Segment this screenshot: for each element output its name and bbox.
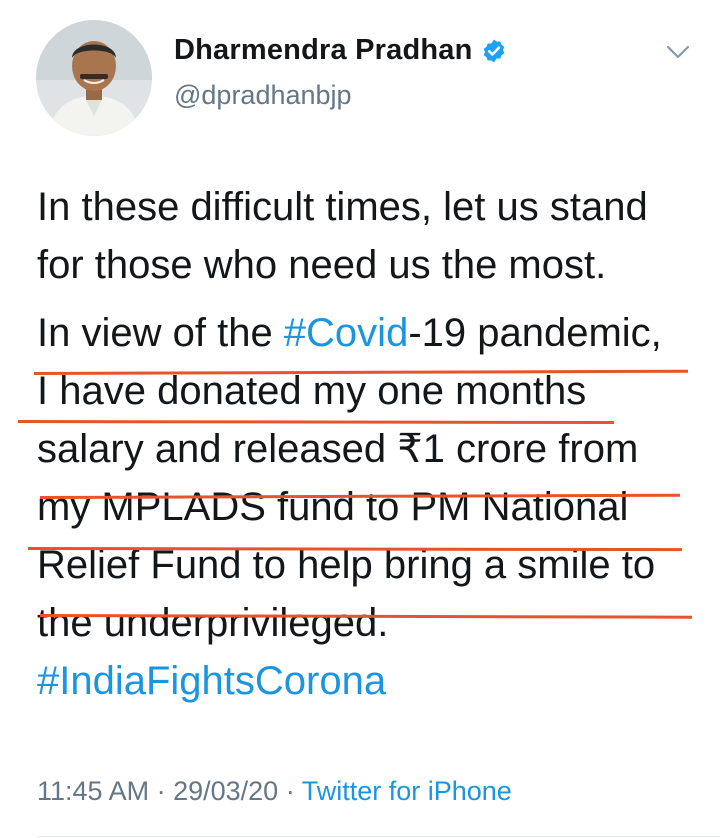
tweet-text: In these difficult times, let us stand f… [37, 178, 707, 720]
meta-separator: · [278, 776, 302, 806]
tweet-meta: 11:45 AM · 29/03/20 · Twitter for iPhone [37, 776, 512, 807]
text-line: In view of the #Covid-19 pandemic, [37, 304, 707, 362]
author-name-row[interactable]: Dharmendra Pradhan [174, 34, 507, 67]
text-line: my MPLADS fund to PM National [37, 485, 629, 529]
author-handle[interactable]: @dpradhanbjp [174, 80, 352, 111]
hashtag-covid-link[interactable]: #Covid [284, 311, 409, 355]
text-line: In these difficult times, let us stand [37, 185, 648, 229]
author-display-name[interactable]: Dharmendra Pradhan [174, 34, 473, 67]
profile-photo [36, 20, 152, 136]
text-line: the underprivileged. [37, 601, 389, 645]
divider [37, 836, 720, 837]
tweet-time[interactable]: 11:45 AM [37, 776, 149, 806]
tweet-paragraph-2: In view of the #Covid-19 pandemic, I hav… [37, 304, 707, 710]
tweet-paragraph-1: In these difficult times, let us stand f… [37, 178, 707, 294]
hashtag-indiafightscorona-link[interactable]: #IndiaFightsCorona [37, 652, 707, 710]
text-line: salary and released ₹1 crore from [37, 427, 639, 471]
text-line: for those who need us the most. [37, 243, 607, 287]
text-fragment: In view of the [37, 311, 284, 355]
tweet-source-link[interactable]: Twitter for iPhone [302, 776, 512, 806]
verified-badge-icon [483, 39, 504, 62]
avatar[interactable] [36, 20, 152, 136]
text-line: Relief Fund to help bring a smile to [37, 543, 656, 587]
chevron-down-icon[interactable] [664, 42, 692, 62]
text-fragment: -19 pandemic, [408, 311, 662, 355]
tweet-date[interactable]: 29/03/20 [173, 776, 278, 806]
meta-separator: · [149, 776, 174, 806]
